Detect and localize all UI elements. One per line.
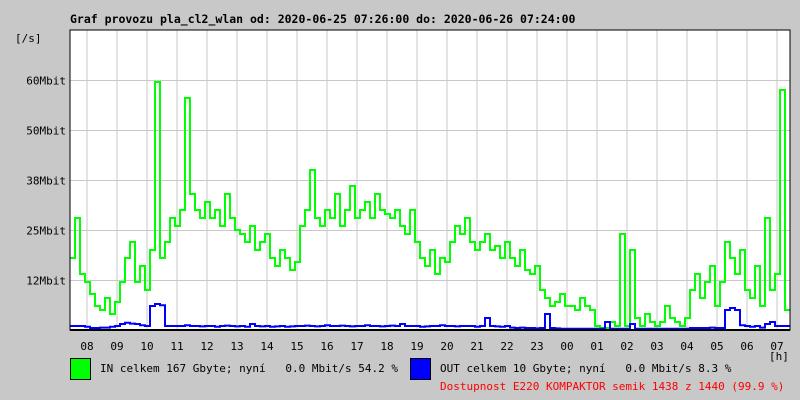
x-tick-label: 09	[110, 340, 123, 353]
x-tick-label: 23	[530, 340, 543, 353]
x-tick-label: 10	[140, 340, 153, 353]
x-tick-label: 17	[350, 340, 363, 353]
x-tick-label: 00	[560, 340, 573, 353]
x-tick-label: 04	[680, 340, 694, 353]
traffic-graph: Graf provozu pla_cl2_wlan od: 2020-06-25…	[0, 0, 800, 400]
legend-in-swatch	[70, 358, 91, 380]
x-tick-label: 22	[500, 340, 513, 353]
x-tick-label: 14	[260, 340, 274, 353]
y-tick-label: 50Mbit	[26, 125, 66, 138]
legend-out-swatch	[410, 358, 431, 380]
x-tick-label: 16	[320, 340, 333, 353]
x-tick-label: 19	[410, 340, 423, 353]
x-tick-label: 03	[650, 340, 663, 353]
y-tick-label: 60Mbit	[26, 75, 66, 88]
legend-in-text: IN celkem 167 Gbyte; nyní 0.0 Mbit/s 54.…	[100, 362, 399, 375]
y-tick-label: 38Mbit	[26, 175, 66, 188]
x-tick-label: 20	[440, 340, 453, 353]
legend-out-text: OUT celkem 10 Gbyte; nyní 0.0 Mbit/s 8.3…	[440, 362, 732, 375]
chart-plot: 08 09 10 11 12 13 14 15 16 17 18 19 20 21 22 23 00 01 02 03…	[26, 29, 791, 353]
x-tick-label: 06	[740, 340, 753, 353]
x-tick-label: 02	[620, 340, 633, 353]
x-tick-label: 15	[290, 340, 303, 353]
x-tick-label: 11	[170, 340, 183, 353]
x-tick-label: 21	[470, 340, 483, 353]
x-axis-unit: [h]	[769, 350, 789, 363]
x-tick-label: 12	[200, 340, 213, 353]
x-tick-label: 01	[590, 340, 603, 353]
x-tick-label: 13	[230, 340, 243, 353]
y-tick-label: 25Mbit	[26, 225, 66, 238]
y-tick-label: 12Mbit	[26, 275, 66, 288]
x-tick-label: 05	[710, 340, 723, 353]
x-tick-label: 18	[380, 340, 393, 353]
availability-text: Dostupnost E220 KOMPAKTOR semik 1438 z 1…	[440, 380, 785, 393]
x-tick-label: 08	[80, 340, 93, 353]
